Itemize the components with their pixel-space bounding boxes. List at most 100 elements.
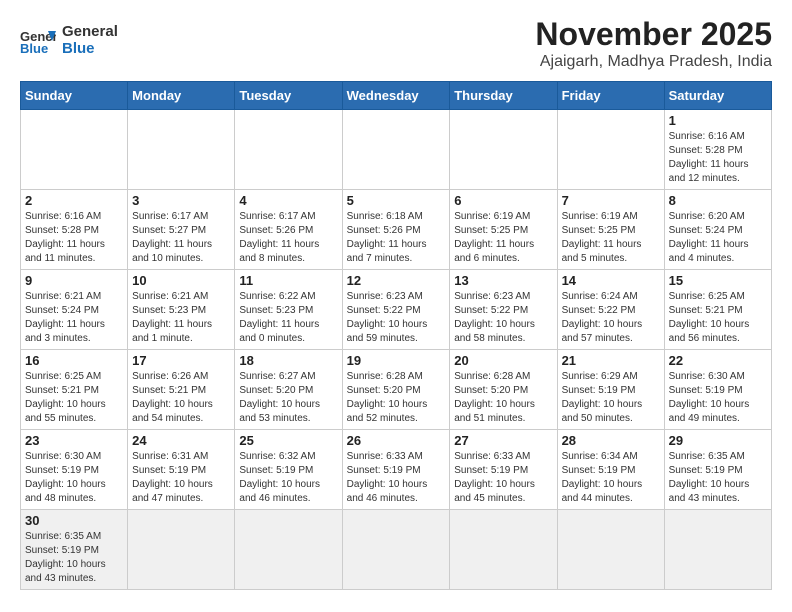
day-info: Sunrise: 6:26 AM Sunset: 5:21 PM Dayligh… (132, 370, 230, 426)
day-number: 26 (347, 433, 446, 448)
calendar-day-cell: 7 Sunrise: 6:19 AM Sunset: 5:25 PM Daylig… (557, 190, 664, 270)
day-info: Sunrise: 6:33 AM Sunset: 5:19 PM Dayligh… (347, 450, 446, 506)
day-number: 10 (132, 273, 230, 288)
day-number: 3 (132, 193, 230, 208)
day-info: Sunrise: 6:21 AM Sunset: 5:23 PM Dayligh… (132, 290, 230, 346)
calendar-day-cell: 28Sunrise: 6:34 AM Sunset: 5:19 PM Dayli… (557, 430, 664, 510)
calendar-day-cell: 26 Sunrise: 6:33 AM Sunset: 5:19 PM Dayli… (342, 430, 450, 510)
calendar-day-cell (128, 110, 235, 190)
day-info: Sunrise: 6:31 AM Sunset: 5:19 PM Dayligh… (132, 450, 230, 506)
calendar-day-cell (342, 110, 450, 190)
calendar-day-cell (128, 510, 235, 590)
title-area: November 2025 Ajaigarh, Madhya Pradesh, … (535, 16, 772, 71)
calendar-day-cell: 20 Sunrise: 6:28 AM Sunset: 5:20 PM Dayli… (450, 350, 557, 430)
calendar-day-cell: 17 Sunrise: 6:26 AM Sunset: 5:21 PM Dayli… (128, 350, 235, 430)
day-number: 30 (25, 513, 123, 528)
calendar-day-cell: 1Sunrise: 6:16 AM Sunset: 5:28 PM Daylig… (664, 110, 771, 190)
calendar-day-cell: 9Sunrise: 6:21 AM Sunset: 5:24 PM Daylig… (21, 270, 128, 350)
calendar-day-cell: 16 Sunrise: 6:25 AM Sunset: 5:21 PM Dayli… (21, 350, 128, 430)
calendar-day-cell: 21 Sunrise: 6:29 AM Sunset: 5:19 PM Dayli… (557, 350, 664, 430)
day-number: 20 (454, 353, 552, 368)
day-info: Sunrise: 6:22 AM Sunset: 5:23 PM Dayligh… (239, 290, 337, 346)
day-info: Sunrise: 6:18 AM Sunset: 5:26 PM Dayligh… (347, 210, 446, 266)
calendar-day-cell (235, 510, 342, 590)
calendar-day-cell (235, 110, 342, 190)
day-info: Sunrise: 6:17 AM Sunset: 5:27 PM Dayligh… (132, 210, 230, 266)
day-info: Sunrise: 6:16 AM Sunset: 5:28 PM Dayligh… (25, 210, 123, 266)
day-number: 19 (347, 353, 446, 368)
calendar-day-cell: 22Sunrise: 6:30 AM Sunset: 5:19 PM Dayli… (664, 350, 771, 430)
day-number: 11 (239, 273, 337, 288)
day-info: Sunrise: 6:19 AM Sunset: 5:25 PM Dayligh… (562, 210, 660, 266)
calendar-day-cell: 18Sunrise: 6:27 AM Sunset: 5:20 PM Dayli… (235, 350, 342, 430)
calendar-day-cell (450, 510, 557, 590)
weekday-header-tuesday: Tuesday (235, 82, 342, 110)
day-number: 28 (562, 433, 660, 448)
calendar-week-row: 23 Sunrise: 6:30 AM Sunset: 5:19 PM Dayli… (21, 430, 772, 510)
day-number: 7 (562, 193, 660, 208)
day-info: Sunrise: 6:19 AM Sunset: 5:25 PM Dayligh… (454, 210, 552, 266)
calendar-day-cell: 4Sunrise: 6:17 AM Sunset: 5:26 PM Daylig… (235, 190, 342, 270)
logo-general-text: General (62, 24, 118, 41)
weekday-header-thursday: Thursday (450, 82, 557, 110)
day-info: Sunrise: 6:28 AM Sunset: 5:20 PM Dayligh… (347, 370, 446, 426)
weekday-header-monday: Monday (128, 82, 235, 110)
calendar-day-cell (450, 110, 557, 190)
calendar-day-cell: 6Sunrise: 6:19 AM Sunset: 5:25 PM Daylig… (450, 190, 557, 270)
calendar-day-cell: 2 Sunrise: 6:16 AM Sunset: 5:28 PM Daylig… (21, 190, 128, 270)
calendar-day-cell (557, 110, 664, 190)
day-number: 1 (669, 113, 767, 128)
calendar-day-cell: 29Sunrise: 6:35 AM Sunset: 5:19 PM Dayli… (664, 430, 771, 510)
calendar-day-cell: 23 Sunrise: 6:30 AM Sunset: 5:19 PM Dayli… (21, 430, 128, 510)
day-number: 9 (25, 273, 123, 288)
calendar-day-cell (664, 510, 771, 590)
location-title: Ajaigarh, Madhya Pradesh, India (535, 53, 772, 71)
day-info: Sunrise: 6:32 AM Sunset: 5:19 PM Dayligh… (239, 450, 337, 506)
day-number: 22 (669, 353, 767, 368)
calendar: SundayMondayTuesdayWednesdayThursdayFrid… (20, 81, 772, 590)
calendar-day-cell: 11 Sunrise: 6:22 AM Sunset: 5:23 PM Dayli… (235, 270, 342, 350)
svg-text:Blue: Blue (20, 41, 48, 55)
calendar-day-cell: 5 Sunrise: 6:18 AM Sunset: 5:26 PM Daylig… (342, 190, 450, 270)
day-number: 24 (132, 433, 230, 448)
day-number: 18 (239, 353, 337, 368)
day-number: 23 (25, 433, 123, 448)
calendar-day-cell (21, 110, 128, 190)
calendar-day-cell: 3 Sunrise: 6:17 AM Sunset: 5:27 PM Daylig… (128, 190, 235, 270)
day-info: Sunrise: 6:25 AM Sunset: 5:21 PM Dayligh… (25, 370, 123, 426)
day-number: 2 (25, 193, 123, 208)
calendar-day-cell: 27 Sunrise: 6:33 AM Sunset: 5:19 PM Dayli… (450, 430, 557, 510)
day-info: Sunrise: 6:28 AM Sunset: 5:20 PM Dayligh… (454, 370, 552, 426)
weekday-header-saturday: Saturday (664, 82, 771, 110)
day-number: 14 (562, 273, 660, 288)
logo-icon: General Blue (20, 27, 56, 55)
day-info: Sunrise: 6:33 AM Sunset: 5:19 PM Dayligh… (454, 450, 552, 506)
calendar-day-cell: 14 Sunrise: 6:24 AM Sunset: 5:22 PM Dayli… (557, 270, 664, 350)
day-number: 5 (347, 193, 446, 208)
weekday-header-friday: Friday (557, 82, 664, 110)
day-number: 25 (239, 433, 337, 448)
calendar-day-cell (342, 510, 450, 590)
day-number: 21 (562, 353, 660, 368)
day-number: 27 (454, 433, 552, 448)
calendar-day-cell (557, 510, 664, 590)
day-number: 13 (454, 273, 552, 288)
logo: General Blue General Blue (20, 24, 118, 57)
day-number: 8 (669, 193, 767, 208)
day-number: 17 (132, 353, 230, 368)
calendar-day-cell: 13Sunrise: 6:23 AM Sunset: 5:22 PM Dayli… (450, 270, 557, 350)
day-info: Sunrise: 6:17 AM Sunset: 5:26 PM Dayligh… (239, 210, 337, 266)
calendar-week-row: 16 Sunrise: 6:25 AM Sunset: 5:21 PM Dayli… (21, 350, 772, 430)
calendar-body: 1 Sunrise: 6:16 AM Sunset: 5:28 PM Daylig… (21, 110, 772, 590)
day-info: Sunrise: 6:30 AM Sunset: 5:19 PM Dayligh… (25, 450, 123, 506)
day-info: Sunrise: 6:24 AM Sunset: 5:22 PM Dayligh… (562, 290, 660, 346)
calendar-day-cell: 25 Sunrise: 6:32 AM Sunset: 5:19 PM Dayli… (235, 430, 342, 510)
day-info: Sunrise: 6:29 AM Sunset: 5:19 PM Dayligh… (562, 370, 660, 426)
calendar-day-cell: 12Sunrise: 6:23 AM Sunset: 5:22 PM Dayli… (342, 270, 450, 350)
day-info: Sunrise: 6:35 AM Sunset: 5:19 PM Dayligh… (669, 450, 767, 506)
weekday-header-sunday: Sunday (21, 82, 128, 110)
day-number: 16 (25, 353, 123, 368)
calendar-week-row: 2 Sunrise: 6:16 AM Sunset: 5:28 PM Daylig… (21, 190, 772, 270)
day-info: Sunrise: 6:25 AM Sunset: 5:21 PM Dayligh… (669, 290, 767, 346)
calendar-day-cell: 30Sunrise: 6:35 AM Sunset: 5:19 PM Dayli… (21, 510, 128, 590)
